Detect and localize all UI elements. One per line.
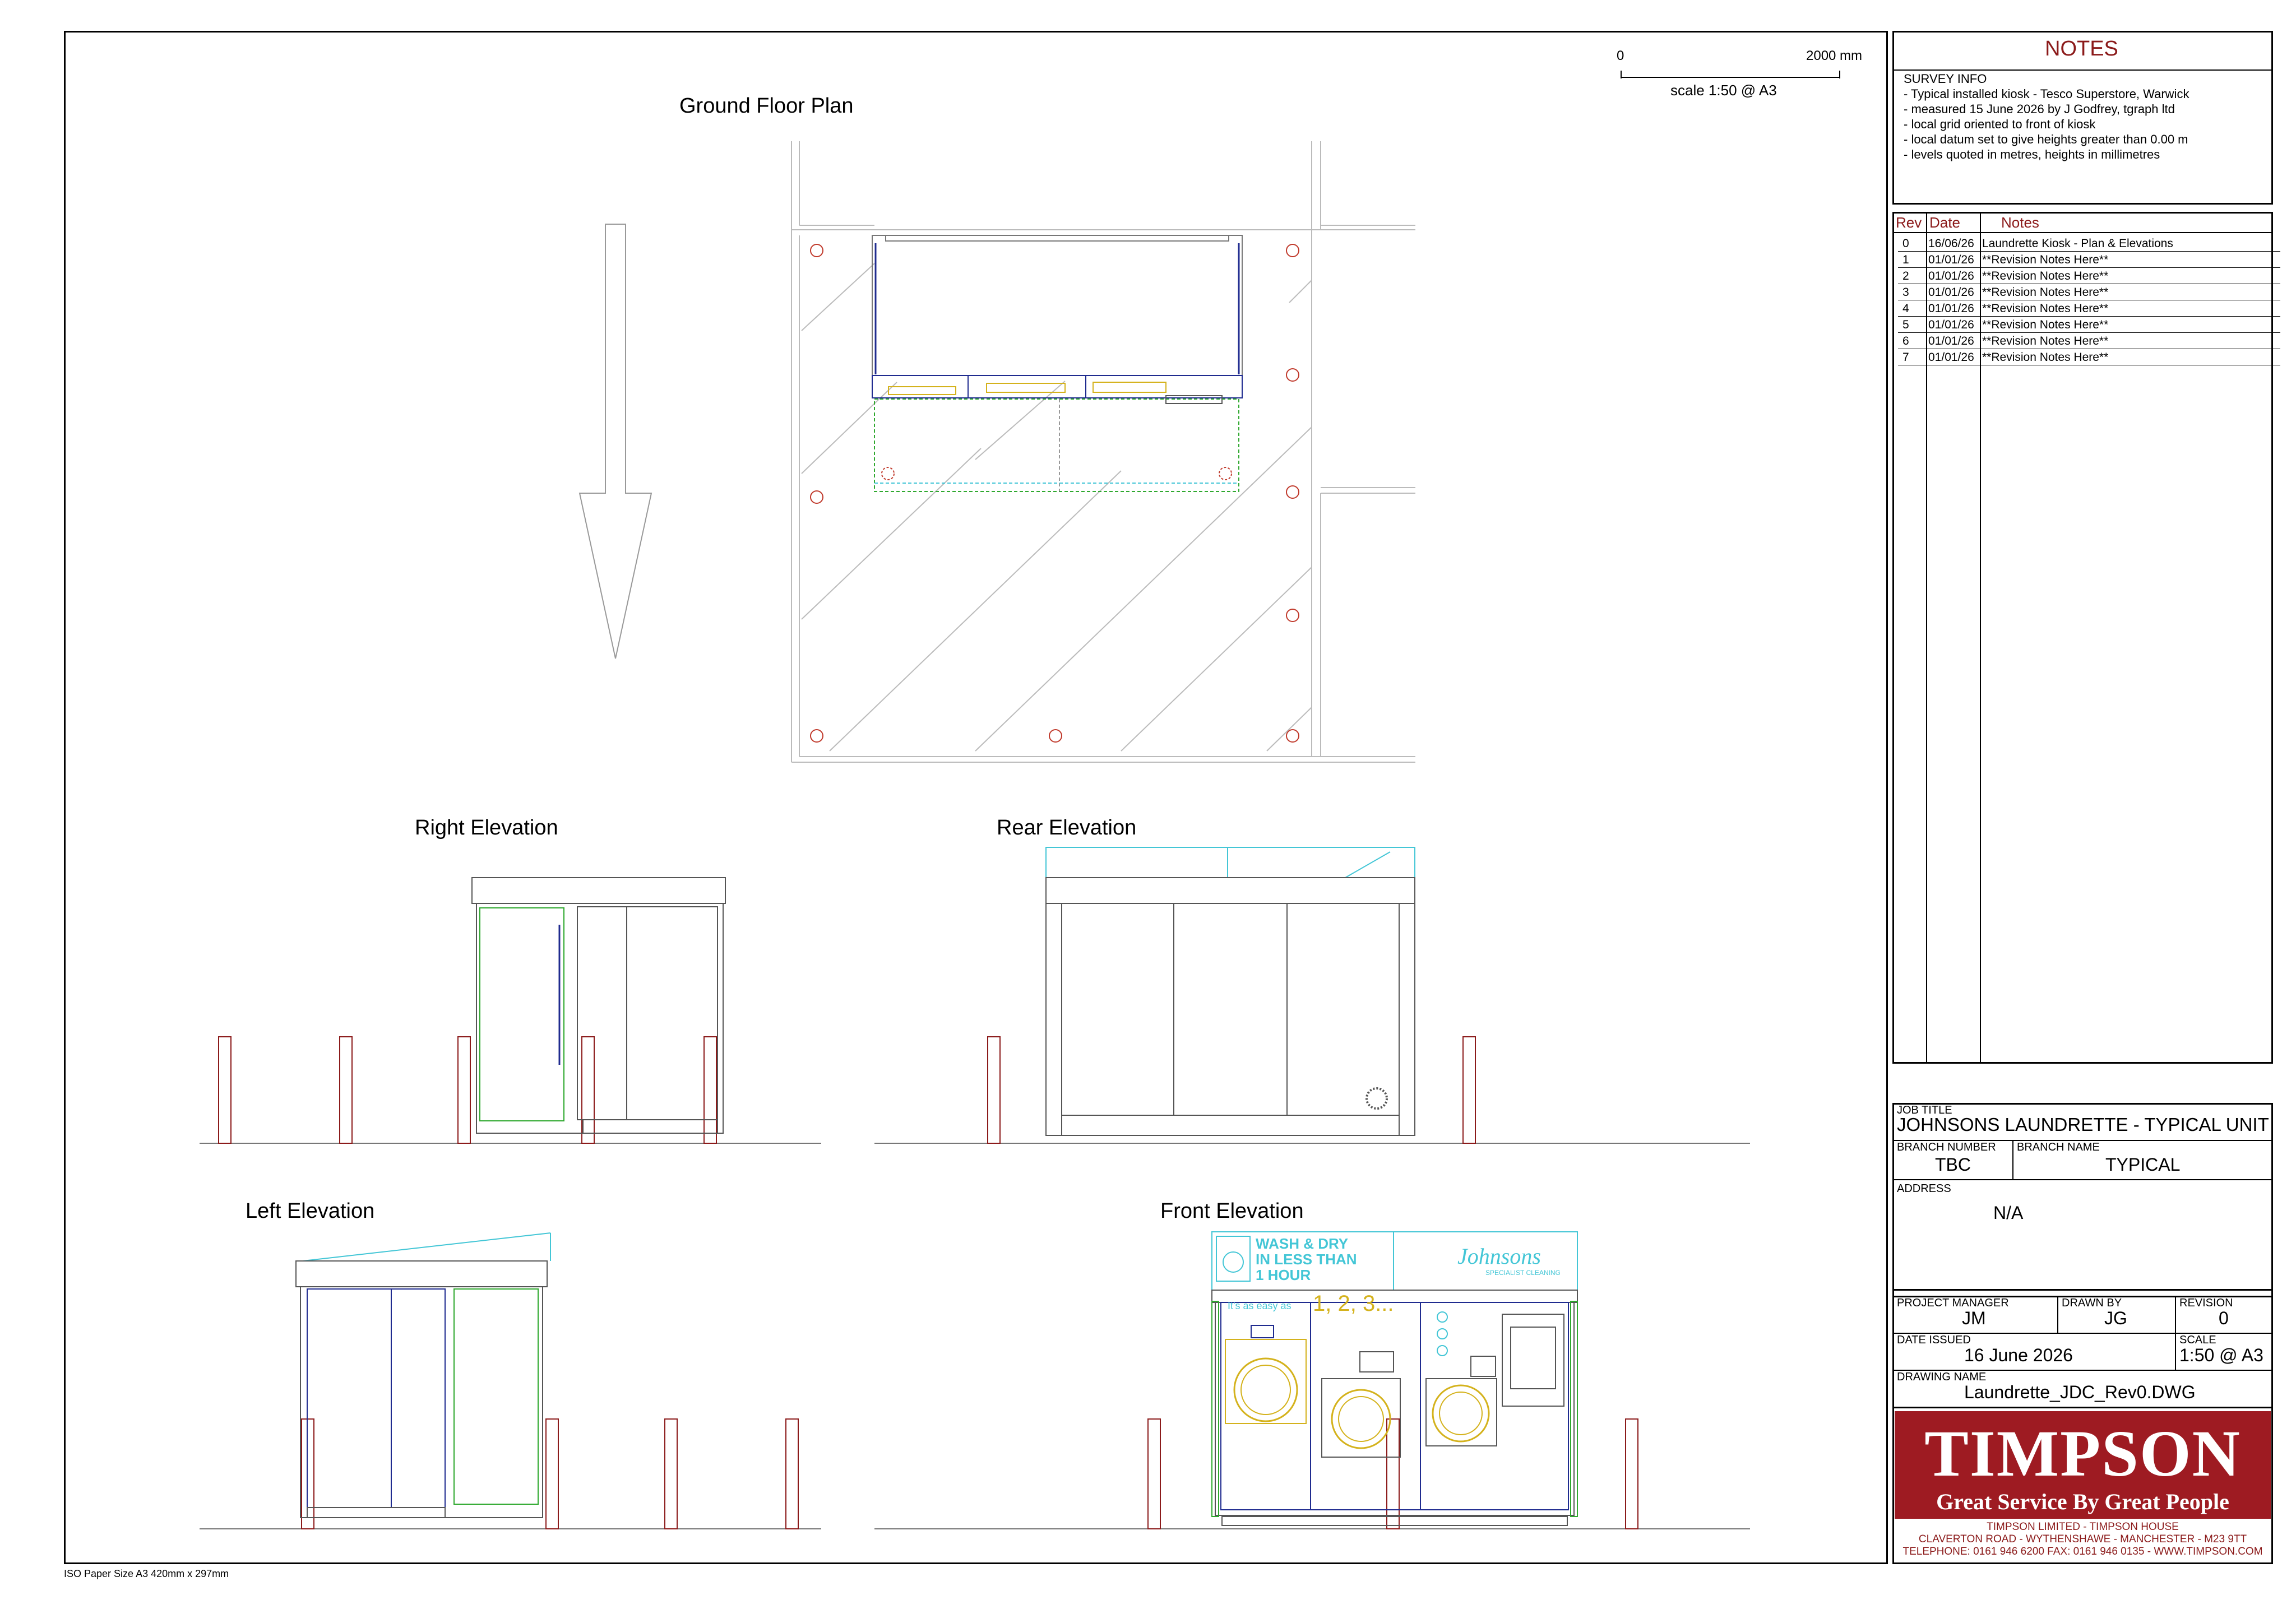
signage-brand-sub: SPECIALIST CLEANING	[1485, 1269, 1561, 1277]
rear-elevation-drawing	[874, 847, 1750, 1144]
branch-number-label: BRANCH NUMBER	[1897, 1141, 1996, 1153]
block-divider	[1892, 1289, 2273, 1291]
address: N/A	[1993, 1203, 2024, 1223]
rev-notes: **Revision Notes Here**	[1982, 335, 2109, 347]
rev-notes: **Revision Notes Here**	[1982, 318, 2109, 331]
branch-name: TYPICAL	[2105, 1154, 2181, 1175]
rev-header: Rev	[1896, 214, 1922, 231]
signage-headline-1: WASH & DRY	[1256, 1235, 1349, 1252]
scale-bar-start: 0	[1617, 48, 1624, 63]
branch-divider	[2012, 1140, 2013, 1179]
date-issued: 16 June 2026	[1964, 1345, 2073, 1365]
scale-bar-end: 2000 mm	[1806, 48, 1863, 63]
revision-row: 3 01/01/26 **Revision Notes Here**	[1898, 284, 2280, 300]
rev-number: 3	[1902, 286, 1909, 299]
rev-number: 4	[1902, 302, 1909, 315]
vent-grille	[1365, 1087, 1388, 1110]
survey-info-line: - measured 15 June 2026 by J Godfrey, tg…	[1904, 102, 2175, 116]
logo-slogan: Great Service By Great People	[1936, 1489, 2229, 1514]
revision-row: 2 01/01/26 **Revision Notes Here**	[1898, 268, 2280, 284]
timpson-logo: TIMPSON Great Service By Great People	[1895, 1411, 2271, 1519]
rev-date: 01/01/26	[1928, 351, 1974, 364]
front-elevation-drawing	[874, 1231, 1750, 1529]
rev-number: 7	[1902, 351, 1909, 364]
address-label: ADDRESS	[1897, 1183, 1951, 1195]
scale-bar-caption: scale 1:50 @ A3	[1670, 82, 1777, 99]
scale-value: 1:50 @ A3	[2179, 1345, 2263, 1365]
rev-date: 16/06/26	[1928, 237, 1974, 250]
survey-info-line: - levels quoted in metres, heights in mi…	[1904, 147, 2160, 161]
job-title: JOHNSONS LAUNDRETTE - TYPICAL UNIT	[1897, 1114, 2269, 1135]
rev-header-divider	[1892, 232, 2273, 233]
right-elevation-title: Right Elevation	[415, 816, 558, 840]
drawing-name: Laundrette_JDC_Rev0.DWG	[1964, 1382, 2196, 1402]
revision-row: 1 01/01/26 **Revision Notes Here**	[1898, 252, 2280, 268]
signage-headline-2: IN LESS THAN	[1256, 1251, 1357, 1268]
revision-row: 7 01/01/26 **Revision Notes Here**	[1898, 349, 2280, 365]
revision-row: 4 01/01/26 **Revision Notes Here**	[1898, 300, 2280, 317]
rev-notes: Laundrette Kiosk - Plan & Elevations	[1982, 237, 2173, 250]
date-issued-label: DATE ISSUED	[1897, 1334, 1971, 1346]
rev-notes: **Revision Notes Here**	[1982, 302, 2109, 315]
front-elevation-title: Front Elevation	[1160, 1199, 1304, 1223]
branch-number: TBC	[1935, 1154, 1971, 1175]
rev-notes: **Revision Notes Here**	[1982, 270, 2109, 282]
rev-number: 0	[1902, 237, 1909, 250]
notes-divider	[1892, 69, 2273, 71]
company-address-line: CLAVERTON ROAD - WYTHENSHAWE - MANCHESTE…	[1918, 1533, 2247, 1545]
revision-row: 6 01/01/26 **Revision Notes Here**	[1898, 333, 2280, 349]
rev-date: 01/01/26	[1928, 318, 1974, 331]
rev-notes: **Revision Notes Here**	[1982, 253, 2109, 266]
drawing-row-divider	[1892, 1407, 2273, 1408]
rev-date: 01/01/26	[1928, 335, 1974, 347]
drawn-by: JG	[2104, 1308, 2127, 1328]
direction-arrow	[578, 224, 652, 659]
right-elevation-drawing	[200, 877, 821, 1144]
rear-elevation-title: Rear Elevation	[997, 816, 1137, 840]
rev-date: 01/01/26	[1928, 286, 1974, 299]
left-elevation-title: Left Elevation	[246, 1199, 375, 1223]
signage-headline-3: 1 HOUR	[1256, 1267, 1311, 1283]
project-manager-label: PROJECT MANAGER	[1897, 1297, 2009, 1309]
revision-row: 0 16/06/26 Laundrette Kiosk - Plan & Ele…	[1898, 235, 2280, 252]
paper-size-note: ISO Paper Size A3 420mm x 297mm	[64, 1568, 229, 1579]
pm-divider	[2057, 1296, 2058, 1333]
rev-number: 6	[1902, 335, 1909, 347]
rev-date: 01/01/26	[1928, 270, 1974, 282]
signage-steps: 1, 2, 3...	[1313, 1291, 1394, 1316]
rev-date: 01/01/26	[1928, 302, 1974, 315]
notes-heading: NOTES	[2045, 37, 2118, 61]
ground-floor-plan-title: Ground Floor Plan	[679, 94, 854, 118]
company-address-line: TELEPHONE: 0161 946 6200 FAX: 0161 946 0…	[1902, 1546, 2263, 1557]
rev-notes: **Revision Notes Here**	[1982, 286, 2109, 299]
notes-header: Notes	[2001, 214, 2039, 231]
date-header: Date	[1929, 214, 1960, 231]
survey-info-line: - Typical installed kiosk - Tesco Supers…	[1904, 87, 2189, 101]
logo-wordmark: TIMPSON	[1924, 1417, 2241, 1490]
revision-value: 0	[2219, 1308, 2229, 1328]
branch-name-label: BRANCH NAME	[2017, 1141, 2100, 1153]
project-manager: JM	[1962, 1308, 1986, 1328]
rev-number: 1	[1902, 253, 1909, 266]
signage-brand: Johnsons	[1457, 1244, 1541, 1269]
ground-floor-plan	[578, 141, 1415, 763]
left-elevation-drawing	[200, 1232, 821, 1529]
revision-row: 5 01/01/26 **Revision Notes Here**	[1898, 317, 2280, 333]
survey-info-line: SURVEY INFO	[1904, 72, 1987, 86]
rev-notes: **Revision Notes Here**	[1982, 351, 2109, 364]
branch-divider-h	[1892, 1179, 2273, 1180]
rev-date: 01/01/26	[1928, 253, 1974, 266]
survey-info-line: - local grid oriented to front of kiosk	[1904, 117, 2096, 131]
rev-number: 5	[1902, 318, 1909, 331]
signage-tagline: It's as easy as	[1228, 1300, 1292, 1311]
company-address-line: TIMPSON LIMITED - TIMPSON HOUSE	[1987, 1521, 2179, 1533]
rev-number: 2	[1902, 270, 1909, 282]
survey-info-line: - local datum set to give heights greate…	[1904, 132, 2188, 146]
scale-bar-graphic	[1621, 71, 1840, 78]
